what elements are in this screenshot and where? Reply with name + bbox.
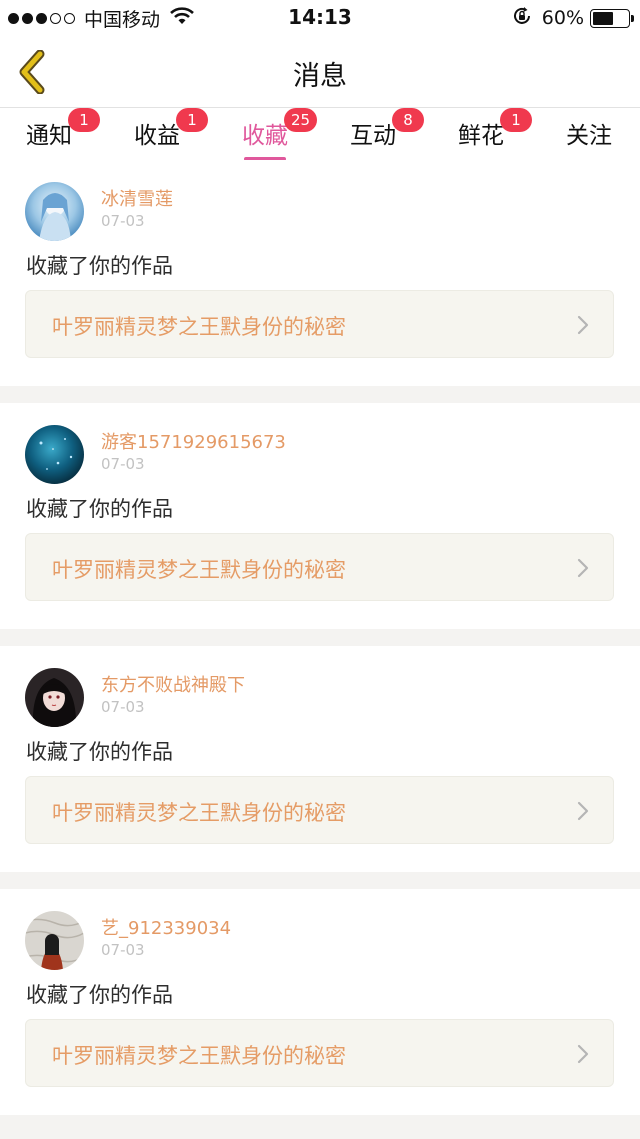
avatar[interactable] [25,668,84,727]
message-card: 游客1571929615673 07-03 收藏了你的作品 叶罗丽精灵梦之王默身… [0,403,640,629]
tab-label: 收藏 [242,123,288,149]
chevron-right-icon [577,801,589,821]
message-card: 东方不败战神殿下 07-03 收藏了你的作品 叶罗丽精灵梦之王默身份的秘密 [0,646,640,872]
chevron-right-icon [577,1044,589,1064]
tab-label: 互动 [350,123,396,149]
battery-icon [590,8,634,28]
work-link[interactable]: 叶罗丽精灵梦之王默身份的秘密 [25,776,614,844]
avatar[interactable] [25,911,84,970]
work-title: 叶罗丽精灵梦之王默身份的秘密 [52,1044,346,1068]
username-link[interactable]: 艺_912339034 [101,914,231,940]
avatar[interactable] [25,425,84,484]
tab-label: 收益 [134,123,180,149]
chevron-right-icon [577,315,589,335]
message-action: 收藏了你的作品 [26,740,173,764]
chevron-right-icon [577,558,589,578]
unread-badge: 8 [392,108,424,132]
message-date: 07-03 [101,455,145,473]
tab-notice[interactable]: 通知 1 [26,108,100,150]
unread-badge: 1 [176,108,208,132]
message-date: 07-03 [101,212,145,230]
unread-badge: 1 [500,108,532,132]
work-title: 叶罗丽精灵梦之王默身份的秘密 [52,558,346,582]
username-link[interactable]: 冰清雪莲 [101,185,173,211]
tab-flowers[interactable]: 鲜花 1 [458,108,532,150]
tab-favorites[interactable]: 收藏 25 [242,108,318,161]
work-title: 叶罗丽精灵梦之王默身份的秘密 [52,801,346,825]
tab-bar: 通知 1 收益 1 收藏 25 互动 8 鲜花 1 关注 [0,108,640,161]
battery-percent: 60% [541,7,584,29]
work-link[interactable]: 叶罗丽精灵梦之王默身份的秘密 [25,533,614,601]
avatar[interactable] [25,182,84,241]
status-bar: 中国移动 14:13 60% [0,0,640,36]
unread-badge: 25 [284,108,318,132]
username-link[interactable]: 东方不败战神殿下 [101,671,245,697]
message-date: 07-03 [101,941,145,959]
tab-label: 关注 [566,123,612,149]
tab-interaction[interactable]: 互动 8 [350,108,424,150]
work-link[interactable]: 叶罗丽精灵梦之王默身份的秘密 [25,1019,614,1087]
message-action: 收藏了你的作品 [26,254,173,278]
tab-earnings[interactable]: 收益 1 [134,108,208,150]
message-action: 收藏了你的作品 [26,983,173,1007]
nav-bar: 消息 [0,36,640,108]
work-title: 叶罗丽精灵梦之王默身份的秘密 [52,315,346,339]
message-action: 收藏了你的作品 [26,497,173,521]
message-card: 艺_912339034 07-03 收藏了你的作品 叶罗丽精灵梦之王默身份的秘密 [0,889,640,1115]
message-date: 07-03 [101,698,145,716]
work-link[interactable]: 叶罗丽精灵梦之王默身份的秘密 [25,290,614,358]
tab-label: 通知 [26,123,72,149]
tab-follow[interactable]: 关注 [566,116,612,150]
page-title: 消息 [293,61,347,92]
tab-label: 鲜花 [458,123,504,149]
message-card: 冰清雪莲 07-03 收藏了你的作品 叶罗丽精灵梦之王默身份的秘密 [0,160,640,386]
rotation-lock-icon [512,6,532,30]
username-link[interactable]: 游客1571929615673 [101,428,286,454]
unread-badge: 1 [68,108,100,132]
